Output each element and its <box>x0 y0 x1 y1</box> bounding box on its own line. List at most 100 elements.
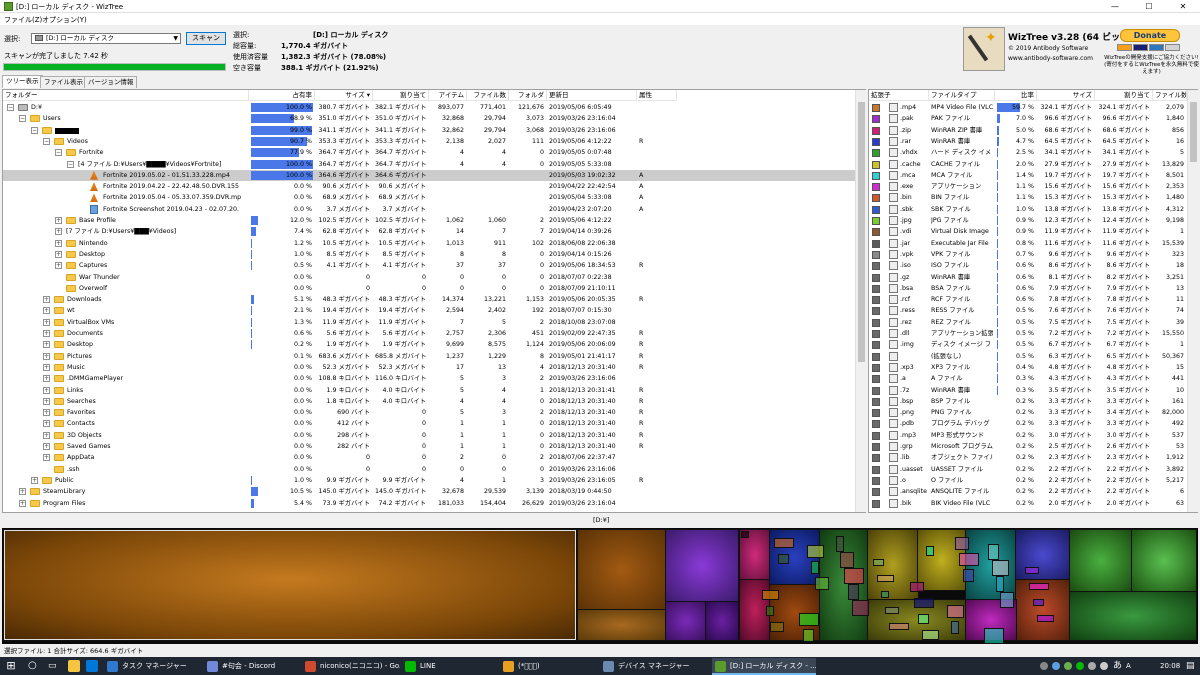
type-row[interactable]: .grp Microsoft プログラム 0.2 % 2.5 ギガバイト 2.6 ギガバ… <box>869 441 1187 452</box>
maximize-button[interactable]: ☐ <box>1132 0 1166 13</box>
small-file-block[interactable] <box>844 568 864 584</box>
volume-icon[interactable] <box>1100 662 1108 670</box>
type-scrollbar-thumb[interactable] <box>1190 102 1197 162</box>
tree-scrollbar-thumb[interactable] <box>858 102 865 362</box>
pak-block[interactable] <box>665 529 739 603</box>
brand-url-link[interactable]: www.antibody-software.com <box>1008 55 1093 62</box>
small-file-block[interactable] <box>963 569 974 582</box>
type-row[interactable]: .rez REZ ファイル 0.5 % 7.5 ギガバイト 7.5 ギガバイト 39 <box>869 317 1187 328</box>
tree-row[interactable]: + Favorites 0.0 % 690 バイト 0 5 3 2 2018/12/13 20:… <box>3 407 855 418</box>
tree-row[interactable]: + Saved Games 0.0 % 282 バイト 0 1 1 0 2018/12/13 2… <box>3 441 855 452</box>
line-tray-icon[interactable] <box>1076 662 1084 670</box>
drive-select[interactable]: [D:] ローカル ディスク ▼ <box>31 33 181 44</box>
tab-file-view[interactable]: ファイル表示 <box>40 76 87 88</box>
header-size[interactable]: サイズ ▾ <box>315 90 373 101</box>
small-file-block[interactable] <box>778 554 789 564</box>
scan-button[interactable]: スキャン <box>186 32 226 45</box>
tree-row[interactable]: + AppData 0.0 % 0 0 2 0 2 2018/07/06 22:37:47 <box>3 452 855 463</box>
tree-row[interactable]: + Nintendo 1.2 % 10.5 ギガバイト 10.5 ギガバイト 1,013 9… <box>3 238 855 249</box>
type-row[interactable]: .ansqlite ANSQLITE ファイル 0.2 % 2.2 ギガバイト 2.2 … <box>869 486 1187 497</box>
jpg-block[interactable] <box>1069 529 1133 593</box>
tree-row[interactable]: +3D Objects 0.0 % 298 バイト 0 1 1 0 2018/12/13 20… <box>3 430 855 441</box>
tab-tree-view[interactable]: ツリー表示 <box>2 75 43 88</box>
type-row[interactable]: .exe アプリケーション 1.1 % 15.6 ギガバイト 15.6 ギガバイト 2,3… <box>869 181 1187 192</box>
tree-row[interactable]: Fortnite 2019.04.22 - 22.42.48.50.DVR.15… <box>3 181 855 192</box>
type-row[interactable]: (拡張なし) 0.5 % 6.3 ギガバイト 6.5 ギガバイト 50,367 <box>869 351 1187 362</box>
tree-row[interactable]: + Music 0.0 % 52.3 メガバイト 52.3 メガバイト 17 13 4 2018… <box>3 362 855 373</box>
type-row[interactable]: .gz WinRAR 書庫 0.6 % 8.1 ギガバイト 8.2 ギガバイト 3,251 <box>869 272 1187 283</box>
expand-icon[interactable]: + <box>43 375 50 383</box>
taskbar-app[interactable]: タスク マネージャー <box>104 658 202 675</box>
type-row[interactable]: .bsp BSP ファイル 0.2 % 3.3 ギガバイト 3.3 ギガバイト 161 <box>869 396 1187 407</box>
green-block[interactable] <box>1069 591 1197 641</box>
tree-row[interactable]: − [4 ファイル D:¥Users¥▇▇▇▇¥Videos¥Fortnite] 1… <box>3 159 855 170</box>
taskbar-app[interactable]: [D:] ローカル ディスク - ... <box>712 658 816 675</box>
mca-block[interactable] <box>965 529 1017 601</box>
small-file-block[interactable] <box>955 537 969 550</box>
expand-icon[interactable]: + <box>55 228 62 236</box>
type-row[interactable]: .mca MCA ファイル 1.4 % 19.7 ギガバイト 19.7 ギガバイト 8,5… <box>869 170 1187 181</box>
small-file-block[interactable] <box>811 561 819 574</box>
small-file-block[interactable] <box>910 582 924 592</box>
type-row[interactable]: .bik BIK Video File (VLC 0.2 % 2.0 ギガバイト 2.0… <box>869 498 1187 509</box>
tree-row[interactable]: + Program Files 5.4 % 73.9 ギガバイト 74.2 ギガバイト 1… <box>3 498 855 509</box>
expand-icon[interactable]: + <box>43 397 50 405</box>
taskbar-app[interactable]: #句会 - Discord <box>204 658 300 675</box>
expand-icon[interactable]: + <box>55 262 62 270</box>
disk-treemap[interactable] <box>2 528 1198 644</box>
type-scrollbar[interactable] <box>1187 90 1198 512</box>
expand-icon[interactable]: + <box>43 386 50 394</box>
tray-icon[interactable] <box>1064 662 1072 670</box>
header-filecount[interactable]: ファイル数 <box>1153 90 1187 101</box>
small-file-block[interactable] <box>1037 615 1054 622</box>
ime-icon[interactable]: あ <box>1113 657 1122 675</box>
collapse-icon[interactable]: − <box>7 104 14 111</box>
expand-icon[interactable]: + <box>43 431 50 439</box>
small-file-block[interactable] <box>803 629 814 642</box>
small-file-block[interactable] <box>770 622 784 632</box>
menu-file[interactable]: ファイル(Z) <box>4 15 42 25</box>
input-lang[interactable]: A <box>1126 657 1131 675</box>
notification-icon[interactable]: ▤ <box>1186 657 1195 675</box>
small-file-block[interactable] <box>799 613 819 626</box>
small-file-block[interactable] <box>996 576 1004 592</box>
network-icon[interactable] <box>1088 662 1096 670</box>
small-file-block[interactable] <box>807 545 824 558</box>
header-modified[interactable]: 更新日 <box>547 90 637 101</box>
type-row[interactable]: .vdi Virtual Disk Image 0.9 % 11.9 ギガバイト 11.… <box>869 226 1187 237</box>
expand-icon[interactable]: + <box>43 330 50 337</box>
tray-icon[interactable] <box>1052 662 1060 670</box>
type-row[interactable]: .rar WinRAR 書庫 4.7 % 64.5 ギガバイト 64.5 ギガバイト 16 <box>869 136 1187 147</box>
expand-icon[interactable]: + <box>43 318 50 326</box>
tree-row[interactable]: + Downloads 5.1 % 48.3 ギガバイト 48.3 ギガバイト 14,37… <box>3 294 855 305</box>
small-file-block[interactable] <box>852 600 869 616</box>
fortnite-mp4-block[interactable] <box>3 529 577 641</box>
tree-row[interactable]: − Users 68.9 % 351.0 ギガバイト 351.0 ギガバイト 32,868… <box>3 113 855 124</box>
tree-row[interactable]: War Thunder 0.0 % 0 0 0 0 0 2018/07/07 0:22:38 <box>3 272 855 283</box>
small-file-block[interactable] <box>914 598 934 608</box>
expand-icon[interactable]: + <box>43 443 50 450</box>
type-row[interactable]: .png PNG ファイル 0.2 % 3.3 ギガバイト 3.4 ギガバイト 82,00… <box>869 407 1187 418</box>
type-row[interactable]: .vpk VPK ファイル 0.7 % 9.6 ギガバイト 9.6 ギガバイト 323 <box>869 249 1187 260</box>
small-file-block[interactable] <box>840 552 854 568</box>
tree-scrollbar[interactable] <box>855 90 866 512</box>
small-file-block[interactable] <box>885 607 899 614</box>
collapse-icon[interactable]: − <box>43 137 50 145</box>
small-file-block[interactable] <box>984 628 1004 644</box>
tree-row[interactable]: + Links 0.0 % 1.9 キロバイト 4.0 キロバイト 5 4 1 2018/12/… <box>3 385 855 396</box>
expand-icon[interactable]: + <box>43 420 50 428</box>
expand-icon[interactable]: + <box>43 341 50 349</box>
tree-row[interactable]: .ssh 0.0 % 0 0 0 0 0 2019/03/26 23:16:06 <box>3 464 855 475</box>
tree-row[interactable]: + wt 2.1 % 19.4 ギガバイト 19.4 ギガバイト 2,594 2,402 19… <box>3 305 855 316</box>
header-attr[interactable]: 属性 <box>637 90 677 101</box>
tree-row[interactable]: + Desktop 0.2 % 1.9 ギガバイト 1.9 ギガバイト 9,699 8,57… <box>3 339 855 350</box>
type-row[interactable]: .xp3 XP3 ファイル 0.4 % 4.8 ギガバイト 4.8 ギガバイト 15 <box>869 362 1187 373</box>
type-row[interactable]: .pdb プログラム デバッグ 0.2 % 3.3 ギガバイト 3.3 ギガバイト 492 <box>869 418 1187 429</box>
tree-row[interactable]: + .DMMGamePlayer 0.0 % 108.8 キロバイト 116.0 キロバ… <box>3 373 855 384</box>
tree-row[interactable]: + Pictures 0.1 % 683.6 メガバイト 685.8 メガバイト 1,23… <box>3 351 855 362</box>
type-row[interactable]: .mp4 MP4 Video File (VLC 59.7 % 324.1 ギガバイト… <box>869 102 1187 113</box>
file-explorer-icon[interactable] <box>68 660 80 672</box>
header-alloc[interactable]: 割り当て <box>373 90 429 101</box>
header-occupancy[interactable]: 占有率 <box>249 90 315 101</box>
small-file-block[interactable] <box>741 531 749 538</box>
